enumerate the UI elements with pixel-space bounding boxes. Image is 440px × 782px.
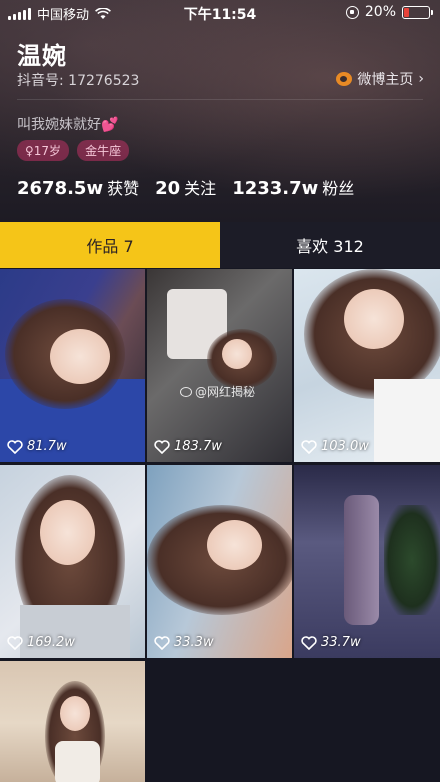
stat-followers[interactable]: 1233.7w 粉丝 [232, 175, 354, 199]
rotation-lock-icon [345, 5, 359, 19]
heart-icon [7, 635, 23, 650]
stat-followers-label: 粉丝 [322, 179, 355, 198]
profile-tags: ♀17岁 金牛座 [17, 140, 130, 161]
stat-likes-value: 2678.5w [17, 178, 104, 199]
divider [17, 99, 423, 100]
tag-age: ♀17岁 [17, 140, 70, 161]
video-thumbnail[interactable]: 33.3w [147, 465, 292, 658]
like-count: 33.3w [154, 635, 214, 650]
battery-percent: 20% [364, 4, 396, 20]
battery-icon [402, 5, 433, 19]
status-bar: 中国移动 下午11:54 20% [0, 0, 440, 26]
like-count: 183.7w [154, 439, 222, 454]
chevron-right-icon: › [418, 71, 424, 87]
like-count: 81.7w [7, 439, 67, 454]
weibo-home-link[interactable]: 微博主页 › [336, 69, 424, 89]
battery-level [404, 7, 409, 17]
tab-works[interactable]: 作品 7 [0, 222, 220, 268]
like-count-value: 33.3w [174, 635, 214, 650]
video-thumbnail[interactable]: 103.0w [294, 269, 440, 462]
like-count: 33.7w [301, 635, 361, 650]
heart-icon [154, 635, 170, 650]
video-thumbnail[interactable]: 169.2w [0, 465, 145, 658]
video-thumbnail[interactable]: 183.7w [147, 269, 292, 462]
video-thumbnail[interactable]: 81.7w [0, 269, 145, 462]
like-count-value: 33.7w [321, 635, 361, 650]
stat-likes[interactable]: 2678.5w 获赞 [17, 175, 139, 199]
content-tabs: 作品 7 喜欢 312 [0, 222, 440, 268]
empty-cell [147, 661, 292, 782]
empty-cell [294, 661, 440, 782]
like-count: 103.0w [301, 439, 369, 454]
profile-stats: 2678.5w 获赞 20 关注 1233.7w 粉丝 [17, 175, 354, 199]
profile-name: 温婉 [17, 42, 67, 70]
heart-icon [301, 439, 317, 454]
stat-following-value: 20 [155, 178, 181, 199]
stat-following-label: 关注 [184, 179, 217, 198]
stat-following[interactable]: 20 关注 [155, 175, 216, 199]
like-count-value: 183.7w [174, 439, 222, 454]
heart-icon [154, 439, 170, 454]
tab-likes[interactable]: 喜欢 312 [220, 222, 440, 268]
video-grid: 81.7w 183.7w 103.0w 169.2w 33.3w 33.7w [0, 269, 440, 782]
weibo-watermark-icon [180, 386, 192, 397]
like-count-value: 81.7w [27, 439, 67, 454]
video-thumbnail[interactable] [0, 661, 145, 782]
watermark-text: @网红揭秘 [195, 385, 256, 399]
video-thumbnail[interactable]: 33.7w [294, 465, 440, 658]
watermark: @网红揭秘 [180, 383, 255, 400]
stat-followers-value: 1233.7w [232, 178, 319, 199]
tag-zodiac: 金牛座 [77, 140, 130, 161]
weibo-icon [336, 72, 353, 86]
heart-icon [7, 439, 23, 454]
douyin-id: 抖音号: 17276523 [17, 73, 140, 89]
like-count: 169.2w [7, 635, 75, 650]
like-count-value: 103.0w [321, 439, 369, 454]
profile-bio: 叫我婉妹就好💕 [17, 117, 119, 133]
weibo-link-label: 微博主页 [357, 72, 414, 88]
stat-likes-label: 获赞 [107, 179, 140, 198]
like-count-value: 169.2w [27, 635, 75, 650]
heart-icon [301, 635, 317, 650]
